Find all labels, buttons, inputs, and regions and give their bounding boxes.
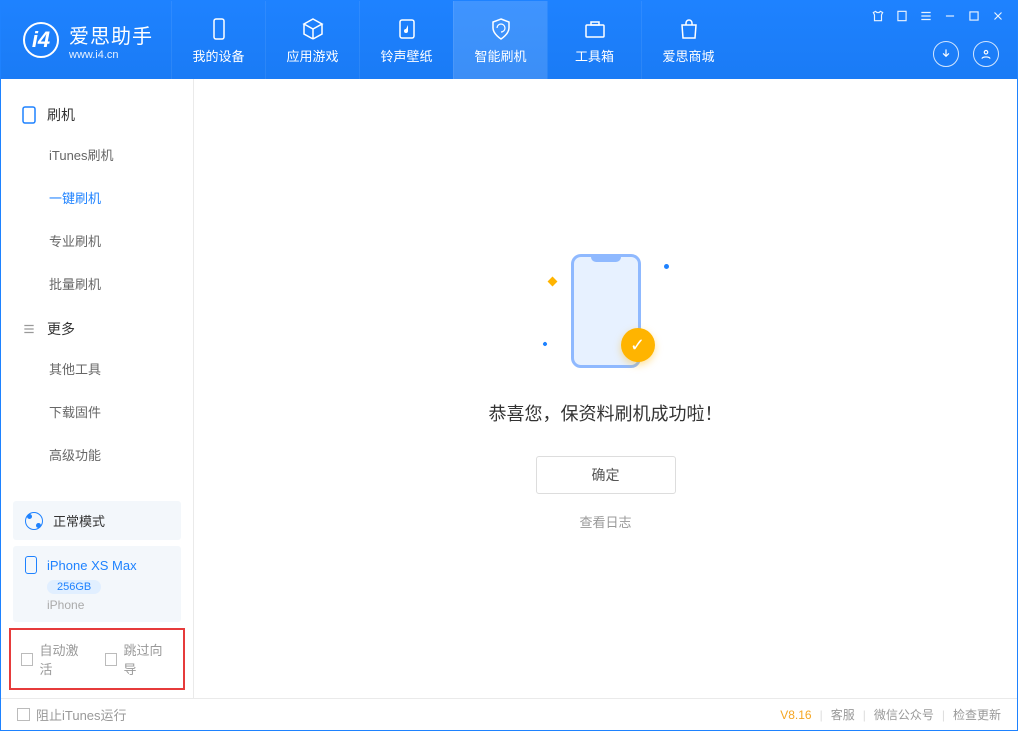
section-title-text: 更多 [47, 319, 75, 339]
nav-label: 我的设备 [192, 46, 244, 65]
tab-toolbox[interactable]: 工具箱 [547, 1, 641, 79]
list-icon [21, 321, 37, 337]
device-storage: 256GB [47, 580, 101, 594]
mode-card[interactable]: 正常模式 [13, 501, 181, 540]
checkbox-label: 阻止iTunes运行 [36, 705, 127, 724]
sidebar-item-oneclick-flash[interactable]: 一键刷机 [1, 176, 193, 219]
version-label: V8.16 [780, 708, 811, 722]
phone-icon [25, 556, 37, 574]
checkbox-auto-activate[interactable]: 自动激活 [21, 640, 89, 678]
status-link-wechat[interactable]: 微信公众号 [874, 706, 934, 723]
checkbox-block-itunes[interactable]: 阻止iTunes运行 [17, 705, 127, 724]
nav-label: 爱思商城 [662, 46, 714, 65]
ok-button[interactable]: 确定 [536, 456, 676, 494]
sidebar-section-flash: 刷机 [1, 91, 193, 133]
header-actions [933, 41, 999, 67]
device-name: iPhone XS Max [47, 558, 137, 573]
sidebar-section-more: 更多 [1, 305, 193, 347]
tshirt-icon[interactable] [871, 9, 885, 23]
tab-flash[interactable]: 智能刷机 [453, 1, 547, 79]
bag-icon [676, 16, 702, 42]
mode-icon [25, 512, 43, 530]
menu-icon[interactable] [919, 9, 933, 23]
mode-label: 正常模式 [53, 511, 105, 530]
music-file-icon [394, 16, 420, 42]
device-card[interactable]: iPhone XS Max 256GB iPhone [13, 546, 181, 622]
checkbox-icon [17, 708, 30, 721]
checkbox-label: 自动激活 [39, 640, 89, 678]
app-logo: i4 爱思助手 www.i4.cn [1, 20, 171, 61]
user-icon[interactable] [973, 41, 999, 67]
sidebar-item-download-firmware[interactable]: 下载固件 [1, 390, 193, 433]
cube-icon [300, 16, 326, 42]
window-controls [871, 9, 1005, 23]
close-icon[interactable] [991, 9, 1005, 23]
nav-label: 工具箱 [575, 46, 614, 65]
sidebar-item-pro-flash[interactable]: 专业刷机 [1, 219, 193, 262]
toolbox-icon [582, 16, 608, 42]
titlebar: i4 爱思助手 www.i4.cn 我的设备 应用游戏 铃声壁纸 智能刷机 工具… [1, 1, 1017, 79]
main-nav: 我的设备 应用游戏 铃声壁纸 智能刷机 工具箱 爱思商城 [171, 1, 735, 79]
app-site: www.i4.cn [69, 49, 153, 61]
shield-refresh-icon [488, 16, 514, 42]
nav-label: 应用游戏 [286, 46, 338, 65]
sidebar-item-advanced[interactable]: 高级功能 [1, 433, 193, 476]
checkbox-skip-wizard[interactable]: 跳过向导 [105, 640, 173, 678]
success-message: 恭喜您，保资料刷机成功啦！ [489, 400, 723, 426]
status-link-support[interactable]: 客服 [831, 706, 855, 723]
sidebar-item-other-tools[interactable]: 其他工具 [1, 347, 193, 390]
success-illustration: ✓ [541, 246, 671, 376]
device-type: iPhone [47, 598, 169, 612]
app-name: 爱思助手 [69, 20, 153, 49]
view-log-link[interactable]: 查看日志 [579, 512, 631, 531]
nav-label: 铃声壁纸 [380, 46, 432, 65]
device-icon [206, 16, 232, 42]
checkbox-icon [105, 653, 117, 666]
device-panel: 正常模式 iPhone XS Max 256GB iPhone 自动激活 跳过向… [1, 495, 193, 698]
statusbar: 阻止iTunes运行 V8.16 | 客服 | 微信公众号 | 检查更新 [1, 698, 1017, 730]
check-badge-icon: ✓ [621, 328, 655, 362]
maximize-icon[interactable] [967, 9, 981, 23]
tab-my-device[interactable]: 我的设备 [171, 1, 265, 79]
minimize-icon[interactable] [943, 9, 957, 23]
phone-outline-icon [21, 107, 37, 123]
logo-icon: i4 [23, 22, 59, 58]
status-link-update[interactable]: 检查更新 [953, 706, 1001, 723]
tab-apps[interactable]: 应用游戏 [265, 1, 359, 79]
download-icon[interactable] [933, 41, 959, 67]
options-row: 自动激活 跳过向导 [9, 628, 185, 690]
checkbox-label: 跳过向导 [123, 640, 173, 678]
tab-ringtones[interactable]: 铃声壁纸 [359, 1, 453, 79]
sidebar-item-batch-flash[interactable]: 批量刷机 [1, 262, 193, 305]
tab-store[interactable]: 爱思商城 [641, 1, 735, 79]
sidebar: 刷机 iTunes刷机 一键刷机 专业刷机 批量刷机 更多 其他工具 下载固件 … [1, 79, 194, 698]
checkbox-icon [21, 653, 33, 666]
nav-label: 智能刷机 [474, 46, 526, 65]
sidebar-item-itunes-flash[interactable]: iTunes刷机 [1, 133, 193, 176]
note-icon[interactable] [895, 9, 909, 23]
section-title-text: 刷机 [47, 105, 75, 125]
main-content: ✓ 恭喜您，保资料刷机成功啦！ 确定 查看日志 [194, 79, 1017, 698]
body: 刷机 iTunes刷机 一键刷机 专业刷机 批量刷机 更多 其他工具 下载固件 … [1, 79, 1017, 698]
